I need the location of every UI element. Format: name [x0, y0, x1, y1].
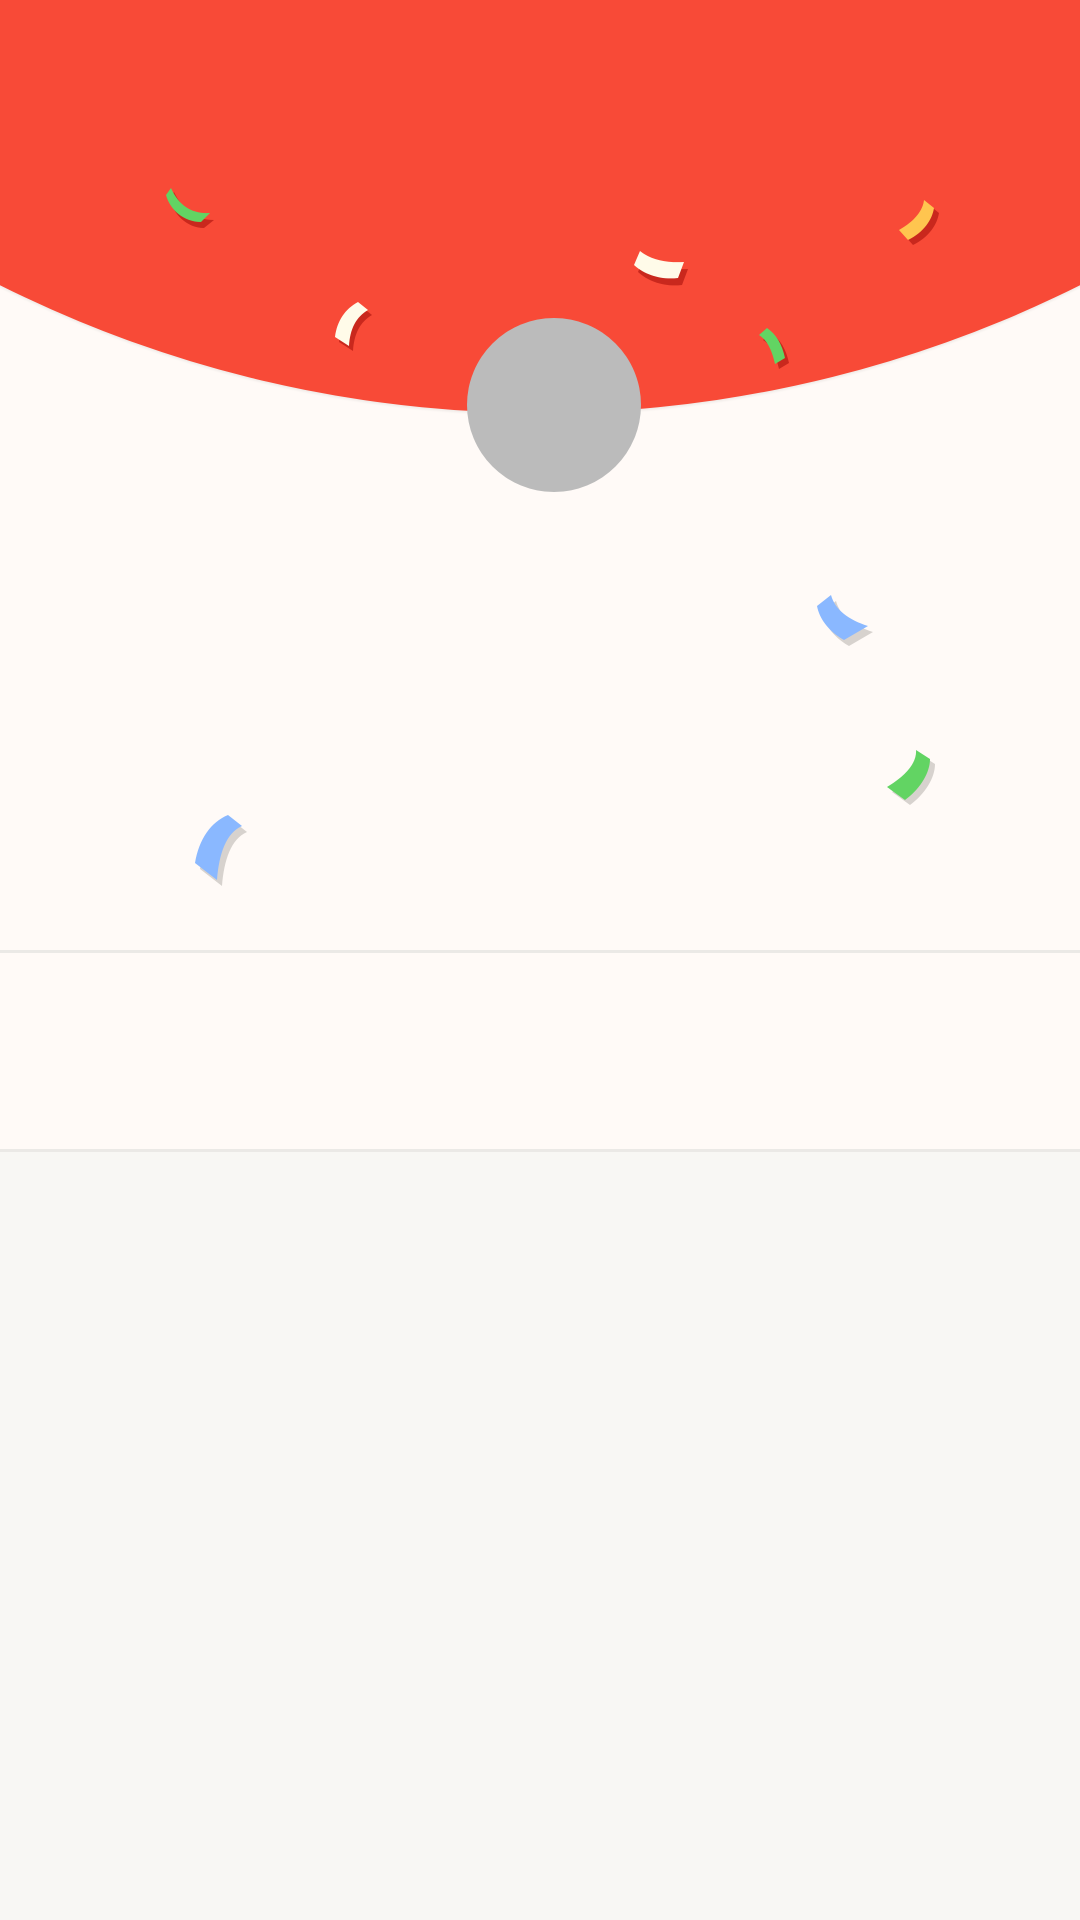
divider-bottom — [0, 1149, 1080, 1152]
divider-top — [0, 950, 1080, 953]
profile-panel — [0, 0, 1080, 1151]
confetti-piece — [195, 815, 247, 886]
confetti-piece — [817, 595, 873, 646]
confetti-piece — [887, 750, 935, 805]
app-screen — [0, 0, 1080, 1920]
avatar[interactable] — [467, 318, 641, 492]
